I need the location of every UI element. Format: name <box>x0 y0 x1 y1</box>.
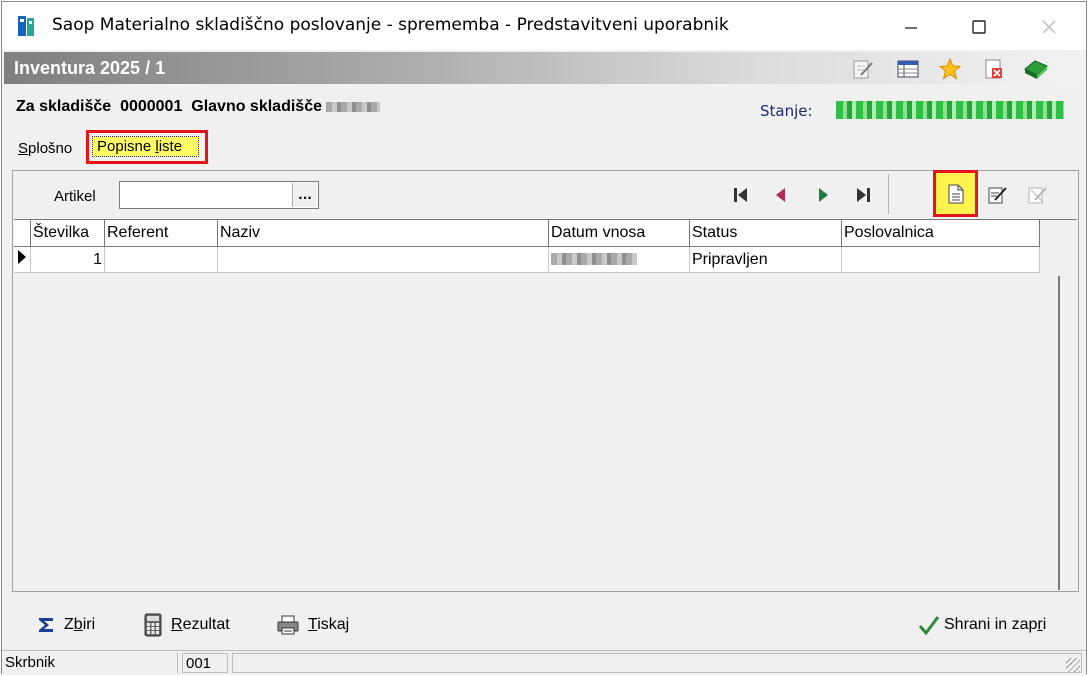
cell-poslovalnica <box>841 246 1040 273</box>
tab-popisne-liste-rest: iste <box>158 138 183 155</box>
rezultat-button[interactable]: Rezultat <box>143 613 230 637</box>
app-icon <box>18 16 34 36</box>
resize-grip[interactable] <box>1066 658 1080 672</box>
checkmark-icon <box>918 616 940 636</box>
next-record-button[interactable] <box>810 183 836 207</box>
cell-naziv <box>217 246 549 273</box>
row-indicator-header <box>14 220 31 247</box>
artikel-lookup-button[interactable]: ... <box>292 183 317 207</box>
artikel-label: Artikel <box>54 188 96 205</box>
rezultat-label: Rezultat <box>171 616 230 633</box>
sigma-icon <box>39 618 53 632</box>
table-row[interactable]: 1 Pripravljen <box>14 246 1040 273</box>
last-record-button[interactable] <box>850 183 876 207</box>
current-row-icon <box>18 250 26 264</box>
close-button[interactable] <box>1020 8 1078 46</box>
toolbar-separator <box>888 174 889 214</box>
favorite-button[interactable] <box>937 57 963 81</box>
table-list-icon <box>897 60 919 78</box>
maximize-icon <box>972 20 986 34</box>
tab-popisne-liste-before: Popisne <box>97 138 156 155</box>
redacted-date <box>551 253 637 266</box>
calculator-icon <box>144 613 162 637</box>
edit-note-button[interactable] <box>850 57 876 81</box>
column-header-datum-vnosa[interactable]: Datum vnosa <box>548 220 690 247</box>
previous-record-icon <box>776 188 785 202</box>
status-code: 001 <box>182 653 228 673</box>
grid-table: Številka Referent Naziv Datum vnosa Stat… <box>14 220 1040 273</box>
artikel-input[interactable]: ... <box>119 181 319 209</box>
edit-document-button[interactable] <box>984 183 1010 207</box>
state-value-redacted <box>836 101 1064 119</box>
new-document-icon <box>948 184 963 203</box>
row-indicator <box>14 246 31 273</box>
column-header-naziv[interactable]: Naziv <box>217 220 549 247</box>
tab-popisne-liste[interactable]: Popisne liste <box>92 136 199 157</box>
shrani-in-zapri-button[interactable]: Shrani in zapri <box>918 613 1046 637</box>
status-bar: Skrbnik 001 <box>2 650 1086 675</box>
delete-document-icon <box>985 59 1002 79</box>
vertical-scrollbar[interactable] <box>1054 276 1064 590</box>
close-icon <box>1042 20 1056 34</box>
state-label: Stanje: <box>760 102 813 120</box>
tiskaj-button[interactable]: Tiskaj <box>276 613 349 637</box>
delete-document-icon <box>1028 187 1047 204</box>
scrollbar-thumb[interactable] <box>1058 276 1060 590</box>
zbiri-label: Zbiri <box>64 616 96 633</box>
column-header-status[interactable]: Status <box>689 220 842 247</box>
warehouse-name: Glavno skladišče <box>191 98 322 115</box>
maximize-button[interactable] <box>950 8 1008 46</box>
previous-record-button[interactable] <box>768 183 794 207</box>
document-header-band: Inventura 2025 / 1 <box>4 52 1084 84</box>
cell-datum-vnosa <box>548 246 690 273</box>
popisne-liste-grid[interactable]: Številka Referent Naziv Datum vnosa Stat… <box>14 219 1077 591</box>
warehouse-label: Za skladišče <box>16 98 112 115</box>
table-list-button[interactable] <box>895 57 921 81</box>
delete-document-band-button[interactable] <box>981 57 1007 81</box>
tiskaj-label: Tiskaj <box>308 616 350 633</box>
grid-header-row: Številka Referent Naziv Datum vnosa Stat… <box>14 220 1040 247</box>
tab-splosno-rest: plošno <box>28 140 73 157</box>
first-record-button[interactable] <box>728 183 754 207</box>
tab-splosno-accel: S <box>18 140 29 157</box>
printer-icon <box>277 615 299 635</box>
first-record-icon <box>734 188 747 202</box>
last-record-icon <box>857 188 870 202</box>
delete-row-button[interactable] <box>1024 183 1050 207</box>
warehouse-info: Za skladišče 0000001 Glavno skladišče <box>16 98 381 116</box>
column-header-poslovalnica[interactable]: Poslovalnica <box>841 220 1040 247</box>
application-window: Saop Materialno skladiščno poslovanje - … <box>1 1 1087 675</box>
book-button[interactable] <box>1023 57 1049 81</box>
status-info <box>232 653 1082 673</box>
green-book-icon <box>1024 60 1048 79</box>
window-title: Saop Materialno skladiščno poslovanje - … <box>52 15 729 35</box>
shrani-in-zapri-label: Shrani in zapri <box>944 616 1047 633</box>
title-bar: Saop Materialno skladiščno poslovanje - … <box>2 2 1086 50</box>
cell-status: Pripravljen <box>689 246 842 273</box>
status-user: Skrbnik <box>2 653 178 673</box>
minimize-icon <box>905 27 917 29</box>
cell-stevilka: 1 <box>30 246 105 273</box>
warehouse-code: 0000001 <box>120 98 183 115</box>
zbiri-button[interactable]: Zbiri <box>36 613 95 637</box>
minimize-button[interactable] <box>882 8 940 46</box>
tab-popisne-liste-highlight: Popisne liste <box>86 130 208 164</box>
new-document-button[interactable] <box>933 170 978 217</box>
next-record-icon <box>819 188 828 202</box>
column-header-stevilka[interactable]: Številka <box>30 220 105 247</box>
document-title: Inventura 2025 / 1 <box>14 58 166 78</box>
edit-note-icon <box>853 60 873 79</box>
column-header-referent[interactable]: Referent <box>104 220 218 247</box>
edit-document-icon <box>988 187 1007 204</box>
star-icon <box>938 57 962 80</box>
redacted-text <box>326 101 381 112</box>
tab-splosno[interactable]: Splošno <box>18 140 72 157</box>
cell-referent <box>104 246 218 273</box>
